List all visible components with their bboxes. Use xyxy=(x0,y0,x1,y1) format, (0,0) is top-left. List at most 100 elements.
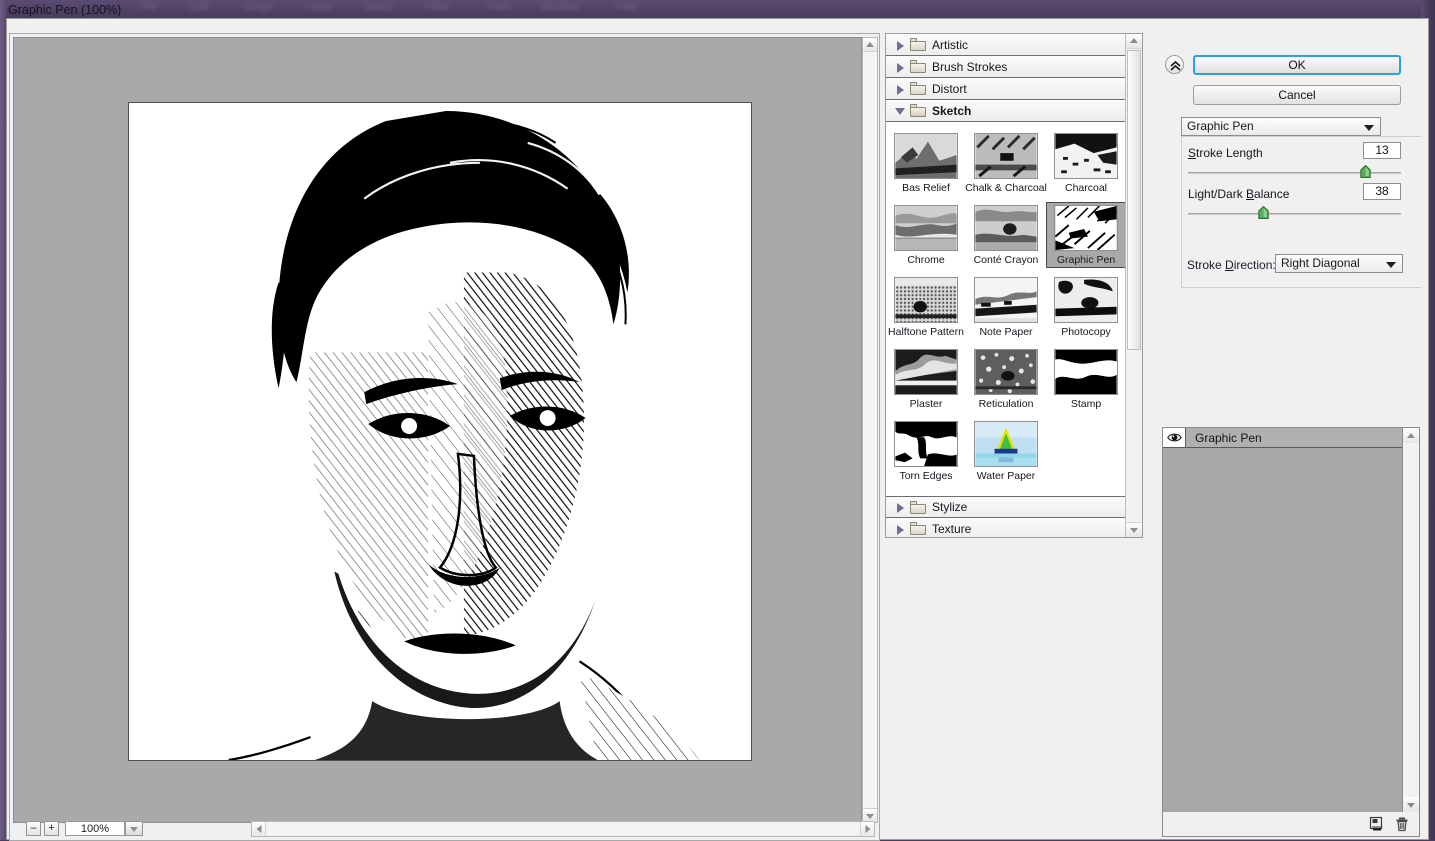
preview-scroll-up-button[interactable] xyxy=(863,38,877,52)
filter-item-conte-crayon[interactable]: Conté Crayon xyxy=(966,202,1046,268)
triangle-right-icon xyxy=(894,522,908,536)
filter-item-label: Plaster xyxy=(909,398,943,410)
folder-closed-icon xyxy=(910,500,926,514)
preview-scroll-left-button[interactable] xyxy=(252,822,266,836)
bg-menu-item-file: File xyxy=(140,1,158,13)
folder-closed-icon xyxy=(910,60,926,73)
filter-item-chrome[interactable]: Chrome xyxy=(886,202,966,268)
chevron-down-icon xyxy=(1364,125,1374,131)
filter-browser-scroll-area: Artistic Brush Strokes Distort Sketch Ba… xyxy=(886,34,1126,537)
triangle-down-icon xyxy=(894,104,908,118)
filter-thumbnail xyxy=(894,421,958,467)
zoom-level-value[interactable]: 100% xyxy=(65,821,125,836)
new-effect-layer-button[interactable] xyxy=(1369,816,1385,832)
delete-effect-layer-button[interactable] xyxy=(1394,816,1410,832)
filter-category-distort[interactable]: Distort xyxy=(886,78,1126,100)
filter-name-dropdown[interactable]: Graphic Pen xyxy=(1181,117,1381,136)
zoom-level-dropdown-button[interactable] xyxy=(125,821,143,836)
folder-closed-icon xyxy=(910,522,926,535)
filter-category-brush-strokes[interactable]: Brush Strokes xyxy=(886,56,1126,78)
triangle-down-icon xyxy=(866,813,874,819)
filter-scroll-up-button[interactable] xyxy=(1126,34,1142,49)
filter-item-water-paper[interactable]: Water Paper xyxy=(966,418,1046,484)
filter-category-sketch[interactable]: Sketch xyxy=(886,100,1126,122)
effect-layer-name: Graphic Pen xyxy=(1195,430,1262,445)
filter-category-texture[interactable]: Texture xyxy=(886,518,1126,537)
filter-category-label: Stylize xyxy=(932,500,968,514)
filter-thumbnail xyxy=(1054,205,1118,251)
stroke-length-label-rest: troke Length xyxy=(1196,146,1263,160)
filter-item-halftone-pattern[interactable]: Halftone Pattern xyxy=(886,274,966,340)
preview-bottom-bar: – + 100% xyxy=(13,820,878,838)
cancel-button[interactable]: Cancel xyxy=(1193,85,1401,105)
filter-item-chalk-charcoal[interactable]: Chalk & Charcoal xyxy=(965,130,1047,196)
filter-item-label: Water Paper xyxy=(976,470,1036,482)
triangle-right-icon xyxy=(865,825,870,833)
new-effect-layer-icon xyxy=(1369,816,1383,831)
stroke-length-slider-thumb[interactable] xyxy=(1360,165,1371,178)
effects-scroll-down-button[interactable] xyxy=(1403,797,1419,812)
light-dark-balance-slider-thumb[interactable] xyxy=(1258,206,1269,219)
filter-category-label: Sketch xyxy=(932,103,972,118)
filter-item-label: Chrome xyxy=(907,254,945,266)
filter-item-charcoal[interactable]: Charcoal xyxy=(1046,130,1126,196)
filter-category-artistic[interactable]: Artistic xyxy=(886,34,1126,56)
filter-item-label: Stamp xyxy=(1070,398,1102,410)
preview-vertical-scrollbar[interactable] xyxy=(862,37,878,823)
filter-item-torn-edges[interactable]: Torn Edges xyxy=(886,418,966,484)
filter-category-label: Artistic xyxy=(932,37,968,52)
filter-gallery-dialog: – + 100% Artistic Brush Strokes Distort … xyxy=(6,18,1429,841)
bg-menu-item-view: View xyxy=(487,1,511,13)
effect-layer-row[interactable]: Graphic Pen xyxy=(1163,428,1403,448)
light-dark-balance-slider-track[interactable] xyxy=(1188,213,1401,215)
filter-thumbnail xyxy=(894,277,958,323)
dialog-title: Graphic Pen (100%) xyxy=(8,3,122,17)
filter-item-reticulation[interactable]: Reticulation xyxy=(966,346,1046,412)
filter-item-note-paper[interactable]: Note Paper xyxy=(966,274,1046,340)
stroke-direction-label-start: Stroke xyxy=(1187,258,1226,272)
filter-item-label: Graphic Pen xyxy=(1056,254,1116,266)
filter-item-label: Conté Crayon xyxy=(973,254,1039,266)
preview-image-canvas[interactable] xyxy=(128,102,752,761)
bg-menu-item-help: Help xyxy=(615,1,638,13)
preview-viewport[interactable] xyxy=(13,37,862,823)
filter-thumbnail xyxy=(1054,349,1118,395)
zoom-out-button[interactable]: – xyxy=(26,821,41,836)
folder-closed-icon xyxy=(910,38,926,51)
filter-item-photocopy[interactable]: Photocopy xyxy=(1046,274,1126,340)
bg-menu-item-filter: Filter xyxy=(425,1,450,13)
collapse-panel-button[interactable] xyxy=(1165,55,1184,74)
slider-thumb-icon xyxy=(1258,206,1269,219)
stroke-direction-label: Stroke Direction: xyxy=(1187,258,1276,272)
preview-pane: – + 100% xyxy=(9,33,880,841)
folder-closed-icon xyxy=(910,82,926,95)
bg-menu-item-edit: Edit xyxy=(190,1,209,13)
stroke-direction-dropdown[interactable]: Right Diagonal xyxy=(1275,254,1403,273)
filter-thumbnail xyxy=(894,349,958,395)
stroke-length-value[interactable]: 13 xyxy=(1363,142,1401,159)
triangle-up-icon xyxy=(1407,432,1415,438)
eye-icon xyxy=(1166,433,1182,442)
filter-item-graphic-pen[interactable]: Graphic Pen xyxy=(1046,202,1126,268)
filter-item-label: Torn Edges xyxy=(899,470,953,482)
preview-horizontal-scrollbar[interactable] xyxy=(251,821,875,837)
ok-button[interactable]: OK xyxy=(1193,55,1401,75)
zoom-in-button[interactable]: + xyxy=(44,821,59,836)
filter-thumbnail xyxy=(974,205,1038,251)
filter-item-bas-relief[interactable]: Bas Relief xyxy=(886,130,966,196)
filter-category-stylize[interactable]: Stylize xyxy=(886,496,1126,518)
filter-scrollbar-thumb[interactable] xyxy=(1127,50,1141,350)
filter-item-plaster[interactable]: Plaster xyxy=(886,346,966,412)
effects-scroll-up-button[interactable] xyxy=(1403,428,1419,443)
bg-menu-item-image: Image xyxy=(243,1,274,13)
bg-menu-item-select: Select xyxy=(363,1,394,13)
filter-browser-scrollbar[interactable] xyxy=(1125,34,1142,537)
light-dark-balance-value[interactable]: 38 xyxy=(1363,183,1401,200)
stroke-direction-label-rest: irection: xyxy=(1233,258,1276,272)
filter-item-stamp[interactable]: Stamp xyxy=(1046,346,1126,412)
filter-scroll-down-button[interactable] xyxy=(1126,522,1142,537)
filter-thumbnail xyxy=(1054,277,1118,323)
effect-visibility-toggle[interactable] xyxy=(1163,428,1186,447)
effect-layers-scrollbar[interactable] xyxy=(1402,428,1419,812)
preview-scroll-right-button[interactable] xyxy=(860,822,874,836)
